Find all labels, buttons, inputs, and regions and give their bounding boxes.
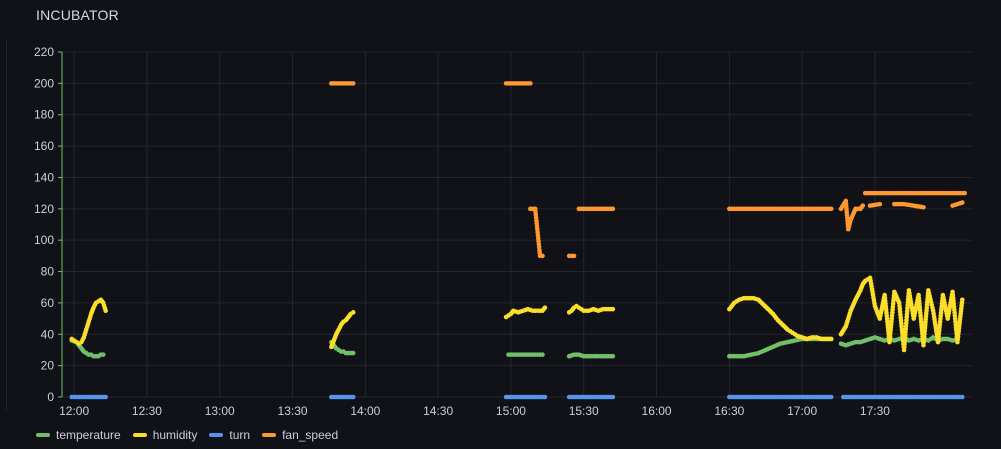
temperature-point[interactable] [100, 352, 106, 357]
fan_speed-point[interactable] [350, 81, 356, 86]
y-tick-label: 20 [41, 359, 55, 373]
legend-item-turn[interactable]: turn [209, 428, 250, 442]
fan_speed-point[interactable] [921, 204, 926, 210]
chart-legend: temperature humidity turn fan_speed [36, 428, 338, 442]
legend-label: humidity [152, 428, 198, 442]
x-tick-label: 17:30 [860, 404, 890, 418]
x-tick-label: 15:00 [496, 404, 526, 418]
humidity-point[interactable] [542, 305, 548, 310]
humidity-point[interactable] [959, 297, 965, 303]
turn-point[interactable] [959, 394, 965, 400]
humidity-point[interactable] [103, 308, 108, 314]
fan_speed-point[interactable] [610, 206, 616, 212]
fan_speed-point[interactable] [959, 200, 965, 205]
legend-item-temperature[interactable]: temperature [36, 428, 121, 442]
x-tick-label: 15:30 [569, 404, 599, 418]
y-tick-label: 180 [34, 108, 54, 122]
x-tick-label: 13:00 [205, 404, 235, 418]
legend-swatch [209, 433, 224, 437]
turn-point[interactable] [610, 394, 616, 400]
temperature-point[interactable] [350, 350, 356, 356]
y-tick-label: 220 [34, 45, 54, 59]
x-tick-label: 17:00 [787, 404, 817, 418]
temperature-point[interactable] [540, 352, 545, 357]
x-tick-label: 13:30 [278, 404, 308, 418]
humidity-point[interactable] [350, 310, 356, 315]
fan_speed-point[interactable] [528, 81, 533, 86]
y-tick-label: 0 [47, 390, 54, 404]
y-tick-label: 40 [41, 327, 55, 341]
turn-point[interactable] [103, 394, 108, 400]
legend-swatch [132, 433, 147, 437]
legend-swatch [262, 433, 277, 437]
legend-item-fan_speed[interactable]: fan_speed [262, 428, 338, 442]
y-axis: 0 20 40 60 80 100 120 140 160 180 200 220 [34, 45, 63, 404]
fan_speed-point[interactable] [962, 190, 968, 196]
turn-point[interactable] [350, 394, 356, 400]
legend-label: turn [229, 428, 251, 442]
fan_speed-point[interactable] [571, 253, 577, 259]
y-tick-label: 140 [34, 170, 54, 184]
x-tick-label: 12:30 [132, 404, 162, 418]
fan_speed-point[interactable] [828, 206, 834, 212]
series-humidity [69, 275, 965, 353]
humidity-point[interactable] [828, 336, 834, 342]
y-tick-label: 60 [41, 296, 55, 310]
incubator-panel: INCUBATOR 0 20 40 60 80 100 120 140 160 180 200 220… [0, 0, 1001, 449]
x-tick-label: 16:30 [714, 404, 744, 418]
fan_speed-point[interactable] [877, 201, 883, 207]
legend-item-humidity[interactable]: humidity [132, 428, 198, 442]
legend-swatch [36, 433, 50, 437]
x-tick-label: 14:30 [423, 404, 453, 418]
turn-point[interactable] [542, 394, 548, 400]
x-tick-label: 16:00 [642, 404, 672, 418]
fan_speed-point[interactable] [540, 253, 545, 259]
x-axis: 12:00 12:30 13:00 13:30 14:00 14:30 15:00 15:30… [59, 404, 890, 418]
y-tick-label: 160 [34, 139, 54, 153]
y-tick-label: 100 [34, 233, 54, 247]
series-fan_speed [329, 81, 968, 259]
humidity-point[interactable] [610, 306, 616, 312]
fan_speed-point[interactable] [860, 203, 866, 208]
x-tick-label: 14:00 [350, 404, 380, 418]
legend-label: temperature [56, 428, 121, 442]
incubator-chart: 0 20 40 60 80 100 120 140 160 180 200 220 12:00 12:3… [34, 45, 972, 418]
x-tick-label: 12:00 [59, 404, 89, 418]
legend-label: fan_speed [282, 428, 339, 442]
y-tick-label: 120 [34, 202, 54, 216]
grid-layer [62, 51, 972, 398]
y-tick-label: 200 [34, 76, 54, 90]
turn-point[interactable] [828, 394, 834, 400]
y-tick-label: 80 [41, 265, 55, 279]
temperature-point[interactable] [610, 353, 616, 359]
